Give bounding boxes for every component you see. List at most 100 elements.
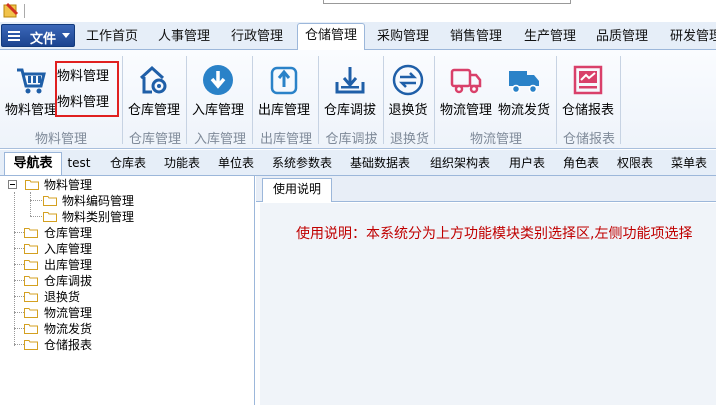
group-separator — [556, 56, 557, 144]
tab-admin[interactable]: 行政管理 — [225, 26, 289, 48]
content-panel: 使用说明 使用说明：本系统分为上方功能模块类别选择区,左侧功能项选择 — [256, 176, 716, 405]
tab-basedata-table[interactable]: 基础数据表 — [344, 154, 416, 174]
app-icon[interactable] — [3, 2, 19, 18]
logistics-button-label: 物流管理 — [439, 103, 492, 118]
tree-node-inbound[interactable]: 入库管理 — [24, 241, 224, 257]
return-button-label: 退换货 — [388, 103, 428, 118]
tree-node-warehouse[interactable]: 仓库管理 — [24, 225, 224, 241]
tab-purchase[interactable]: 采购管理 — [371, 26, 435, 48]
logistics-button[interactable]: 物流管理 — [438, 52, 494, 120]
tree-node-label: 仓库管理 — [44, 226, 93, 240]
tree-node-material-category[interactable]: 物料类别管理 — [40, 209, 240, 225]
title-field[interactable] — [323, 0, 571, 4]
tree-node-delivery[interactable]: 物流发货 — [24, 321, 224, 337]
tree-node-label: 仓储报表 — [44, 338, 93, 352]
tree-node-label: 仓库调拔 — [44, 274, 93, 288]
menu-grid-icon — [8, 31, 20, 41]
outbound-button-label: 出库管理 — [257, 103, 310, 118]
tree-node-label: 物流发货 — [44, 322, 93, 336]
tree-node-label: 入库管理 — [44, 242, 93, 256]
tree-node-material[interactable]: 物料管理 — [8, 177, 208, 193]
content-area: 使用说明：本系统分为上方功能模块类别选择区,左侧功能项选择 — [260, 203, 716, 405]
tab-warehouse[interactable]: 仓储管理 — [297, 23, 365, 50]
group-label-warehouse: 仓库管理 — [128, 132, 181, 147]
tab-org-table[interactable]: 组织架构表 — [424, 154, 496, 174]
material-button[interactable]: 物料管理 — [4, 52, 58, 120]
tab-quality[interactable]: 品质管理 — [590, 26, 654, 48]
tab-function-table[interactable]: 功能表 — [158, 154, 206, 174]
tree-connector — [30, 192, 31, 216]
transfer-button[interactable]: 仓库调拔 — [322, 52, 378, 120]
folder-icon — [24, 260, 38, 270]
tab-production[interactable]: 生产管理 — [518, 26, 582, 48]
inbound-button[interactable]: 入库管理 — [190, 52, 246, 120]
tab-home[interactable]: 工作首页 — [80, 26, 144, 48]
transfer-button-label: 仓库调拔 — [323, 103, 376, 118]
tree-node-label: 物料管理 — [44, 178, 93, 192]
tree-connector — [14, 232, 24, 233]
group-label-return: 退换货 — [389, 132, 429, 147]
table-tabs: 导航表 test 仓库表 功能表 单位表 系统参数表 基础数据表 组织架构表 用… — [0, 150, 716, 176]
warehouse-gear-icon — [139, 65, 167, 94]
folder-icon — [24, 244, 38, 254]
file-menu-button[interactable]: 文件 — [1, 24, 75, 47]
tab-permission-table[interactable]: 权限表 — [611, 154, 659, 174]
folder-icon — [43, 212, 57, 222]
tree-connector — [14, 328, 24, 329]
cart-icon — [17, 68, 46, 94]
group-separator — [620, 56, 621, 144]
tree-node-label: 退换货 — [44, 290, 81, 304]
outbound-button[interactable]: 出库管理 — [256, 52, 312, 120]
tab-role-table[interactable]: 角色表 — [557, 154, 605, 174]
tree-node-report[interactable]: 仓储报表 — [24, 337, 224, 353]
tab-unit-table[interactable]: 单位表 — [212, 154, 260, 174]
inbound-button-label: 入库管理 — [191, 103, 244, 118]
collapse-toggle-icon[interactable] — [8, 180, 17, 189]
group-label-transfer: 仓库调拔 — [325, 132, 378, 147]
group-label-report: 仓储报表 — [562, 132, 615, 147]
tab-user-table[interactable]: 用户表 — [503, 154, 551, 174]
group-separator — [383, 56, 384, 144]
tab-nav-table[interactable]: 导航表 — [4, 152, 62, 175]
tree-connector — [14, 312, 24, 313]
tree-node-label: 出库管理 — [44, 258, 93, 272]
tab-rnd[interactable]: 研发管理 — [664, 26, 716, 48]
title-bar — [0, 0, 716, 22]
group-separator — [252, 56, 253, 144]
warehouse-button[interactable]: 仓库管理 — [126, 52, 182, 120]
folder-icon — [24, 292, 38, 302]
tab-menu-table[interactable]: 菜单表 — [665, 154, 713, 174]
tree-node-material-code[interactable]: 物料编码管理 — [40, 193, 240, 209]
menu-bar: 文件 工作首页 人事管理 行政管理 仓储管理 采购管理 销售管理 生产管理 品质… — [0, 22, 716, 50]
folder-icon — [24, 228, 38, 238]
group-separator — [122, 56, 123, 144]
tab-sales[interactable]: 销售管理 — [444, 26, 508, 48]
tab-usage-notes[interactable]: 使用说明 — [262, 178, 332, 202]
tree-connector — [14, 264, 24, 265]
group-separator — [434, 56, 435, 144]
tree-node-return[interactable]: 退换货 — [24, 289, 224, 305]
upload-box-icon — [270, 66, 298, 95]
content-tab-bar: 使用说明 — [256, 176, 716, 202]
tree-node-transfer[interactable]: 仓库调拔 — [24, 273, 224, 289]
tree-node-outbound[interactable]: 出库管理 — [24, 257, 224, 273]
folder-icon — [43, 196, 57, 206]
tree-connector — [14, 248, 24, 249]
highlight-box — [55, 61, 119, 117]
tree-node-logistics[interactable]: 物流管理 — [24, 305, 224, 321]
tab-test[interactable]: test — [63, 154, 95, 174]
tree-connector — [14, 280, 24, 281]
report-button[interactable]: 仓储报表 — [560, 52, 616, 120]
file-menu-label: 文件 — [30, 32, 57, 47]
material-button-label: 物料管理 — [4, 103, 57, 118]
tab-hr[interactable]: 人事管理 — [152, 26, 216, 48]
tree-node-label: 物料编码管理 — [62, 194, 135, 208]
delivery-button[interactable]: 物流发货 — [496, 52, 552, 120]
tab-warehouse-table[interactable]: 仓库表 — [104, 154, 152, 174]
warehouse-button-label: 仓库管理 — [127, 103, 180, 118]
report-button-label: 仓储报表 — [561, 103, 614, 118]
tree-connector — [14, 296, 24, 297]
tab-sysparam-table[interactable]: 系统参数表 — [266, 154, 338, 174]
ribbon: 物料管理 物料管理 物料管理 仓库管理 入库管理 出库管理 仓库调拔 退换货 物… — [0, 50, 716, 149]
return-button[interactable]: 退换货 — [386, 52, 430, 120]
